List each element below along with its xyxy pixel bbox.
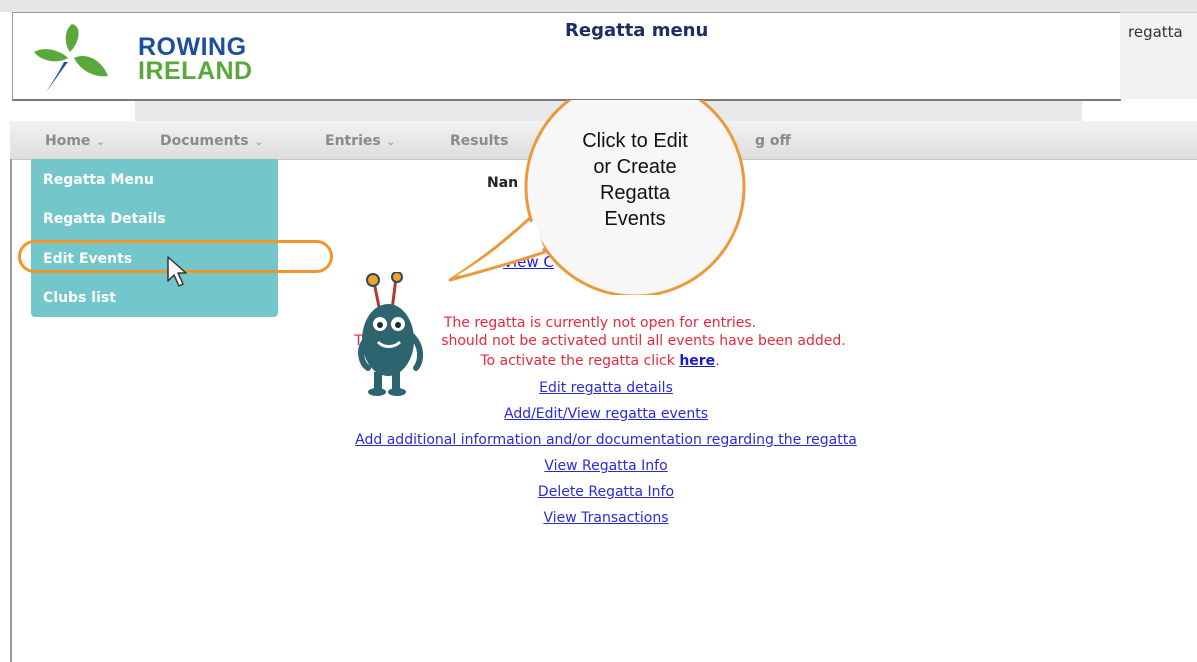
nav-home[interactable]: Home ⌄ bbox=[45, 133, 105, 149]
callout-line: Regatta bbox=[599, 182, 671, 204]
status-line2-end: should not be activated until all events… bbox=[441, 333, 846, 349]
home-dropdown-menu: Regatta Menu Regatta Details Edit Events… bbox=[31, 159, 278, 317]
view-regatta-info-link[interactable]: View Regatta Info bbox=[300, 458, 912, 474]
activate-here-link[interactable]: here bbox=[679, 353, 715, 369]
chevron-down-icon: ⌄ bbox=[386, 137, 396, 148]
menu-item-regatta-details[interactable]: Regatta Details bbox=[43, 211, 166, 227]
nav-documents[interactable]: Documents ⌄ bbox=[160, 133, 263, 149]
nav-home-label: Home bbox=[45, 133, 91, 149]
callout-line: or Create bbox=[593, 156, 677, 178]
rowing-ireland-logo-icon[interactable] bbox=[30, 22, 110, 94]
logo-text-ireland: IRELAND bbox=[138, 57, 253, 85]
add-additional-info-link[interactable]: Add additional information and/or docume… bbox=[300, 432, 912, 448]
callout-line: Events bbox=[604, 208, 666, 230]
menu-item-clubs-list[interactable]: Clubs list bbox=[43, 290, 116, 306]
nav-entries[interactable]: Entries ⌄ bbox=[325, 133, 395, 149]
edit-regatta-details-link[interactable]: Edit regatta details bbox=[300, 380, 912, 396]
delete-regatta-info-link[interactable]: Delete Regatta Info bbox=[300, 484, 912, 500]
callout-line: Click to Edit bbox=[582, 130, 688, 152]
top-strip bbox=[0, 0, 1197, 12]
menu-item-regatta-menu[interactable]: Regatta Menu bbox=[43, 172, 154, 188]
add-edit-view-events-link[interactable]: Add/Edit/View regatta events bbox=[300, 406, 912, 422]
nav-entries-label: Entries bbox=[325, 133, 381, 149]
nav-documents-label: Documents bbox=[160, 133, 249, 149]
period: . bbox=[715, 353, 720, 369]
status-activate-text: To activate the regatta click bbox=[480, 353, 675, 369]
user-name: regatta bbox=[1128, 23, 1183, 41]
content-left-border bbox=[10, 159, 12, 662]
callout-text: Click to Edit or Create Regatta Events bbox=[540, 128, 730, 232]
mouse-pointer-icon bbox=[167, 256, 187, 287]
page-title: Regatta menu bbox=[565, 20, 709, 41]
chevron-down-icon: ⌄ bbox=[254, 137, 263, 148]
user-panel: regatta bbox=[1120, 12, 1197, 99]
chevron-down-icon: ⌄ bbox=[96, 137, 105, 148]
view-transactions-link[interactable]: View Transactions bbox=[300, 510, 912, 526]
